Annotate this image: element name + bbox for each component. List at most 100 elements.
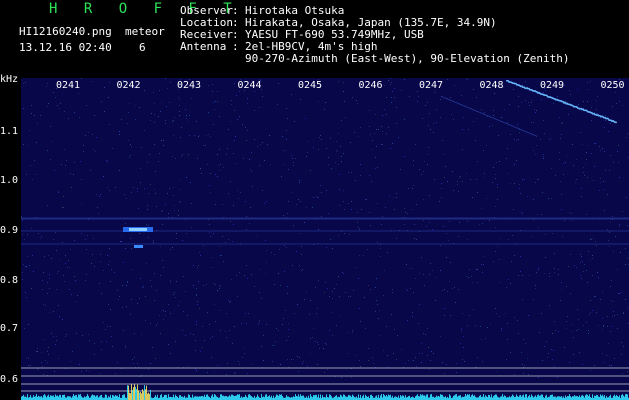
noise-speck xyxy=(198,265,199,266)
noise-speck xyxy=(446,233,447,234)
noise-speck xyxy=(618,145,619,146)
noise-speck xyxy=(596,312,597,313)
noise-speck xyxy=(178,97,179,98)
noise-speck xyxy=(108,264,109,265)
noise-speck xyxy=(425,105,426,106)
noise-speck xyxy=(554,321,555,322)
sweep-trace-faint xyxy=(480,112,482,114)
x-tick-label: 0248 xyxy=(479,80,504,91)
noise-speck xyxy=(105,329,106,330)
noise-band-bin xyxy=(130,393,131,400)
noise-band-bin xyxy=(617,395,618,400)
noise-speck xyxy=(583,172,584,173)
sweep-trace-faint xyxy=(505,123,507,124)
noise-speck xyxy=(394,209,395,210)
noise-speck xyxy=(463,117,464,118)
noise-band-bin xyxy=(142,389,143,400)
noise-speck xyxy=(583,271,584,272)
noise-speck xyxy=(217,365,218,366)
noise-speck xyxy=(210,338,211,339)
noise-speck xyxy=(130,144,131,145)
noise-speck xyxy=(147,209,148,210)
sweep-trace-faint xyxy=(509,124,511,126)
noise-band-bin xyxy=(385,396,386,400)
noise-band-bin xyxy=(512,394,513,400)
noise-speck xyxy=(602,318,603,319)
noise-speck xyxy=(293,165,294,166)
noise-speck xyxy=(573,337,574,338)
noise-band-bin xyxy=(621,395,622,400)
noise-band-bin xyxy=(23,394,24,400)
noise-speck xyxy=(427,102,428,103)
noise-band-bin xyxy=(133,387,134,400)
noise-speck xyxy=(508,279,509,280)
noise-speck xyxy=(173,135,174,136)
noise-speck xyxy=(396,123,397,124)
noise-speck xyxy=(514,164,515,165)
noise-speck xyxy=(589,314,590,315)
noise-band-bin xyxy=(76,394,77,400)
noise-speck xyxy=(74,276,75,277)
noise-speck xyxy=(537,214,538,215)
noise-speck xyxy=(612,106,613,107)
noise-speck xyxy=(462,181,463,182)
noise-speck xyxy=(429,369,430,370)
noise-speck xyxy=(283,318,284,319)
noise-band-bin xyxy=(249,394,250,400)
noise-speck xyxy=(173,195,174,196)
noise-speck xyxy=(404,79,405,80)
noise-speck xyxy=(622,105,623,106)
noise-speck xyxy=(603,325,604,326)
noise-speck xyxy=(481,208,482,209)
sweep-trace-faint xyxy=(497,119,499,121)
noise-speck xyxy=(477,269,478,270)
sweep-trace-faint xyxy=(472,109,474,110)
noise-speck xyxy=(217,101,218,102)
noise-speck xyxy=(616,103,617,104)
noise-speck xyxy=(135,105,136,106)
noise-band-bin xyxy=(56,395,57,400)
noise-speck xyxy=(566,156,567,157)
noise-speck xyxy=(212,84,213,85)
noise-speck xyxy=(88,334,89,335)
noise-speck xyxy=(518,106,519,107)
noise-speck xyxy=(583,325,584,326)
noise-speck xyxy=(70,249,71,250)
noise-speck xyxy=(270,164,271,165)
noise-speck xyxy=(250,169,251,170)
noise-speck xyxy=(242,124,243,125)
noise-speck xyxy=(56,250,57,251)
noise-speck xyxy=(211,267,212,268)
noise-speck xyxy=(179,99,180,100)
spectrogram xyxy=(21,78,629,400)
noise-speck xyxy=(231,279,232,280)
noise-speck xyxy=(416,366,417,367)
noise-band-bin xyxy=(472,394,473,400)
sweep-trace-faint xyxy=(456,102,458,104)
noise-speck xyxy=(235,372,236,373)
noise-speck xyxy=(189,115,190,116)
noise-speck xyxy=(621,354,622,355)
noise-speck xyxy=(462,359,463,360)
noise-speck xyxy=(544,273,545,274)
noise-speck xyxy=(588,251,589,252)
noise-speck xyxy=(561,209,562,210)
noise-band-bin xyxy=(138,390,139,400)
noise-speck xyxy=(65,165,66,166)
noise-speck xyxy=(47,83,48,84)
noise-speck xyxy=(228,239,229,240)
noise-speck xyxy=(419,304,420,305)
noise-speck xyxy=(187,121,188,122)
noise-speck xyxy=(43,374,44,375)
noise-speck xyxy=(170,249,171,250)
noise-speck xyxy=(53,336,54,337)
noise-speck xyxy=(520,271,521,272)
noise-speck xyxy=(326,247,327,248)
noise-speck xyxy=(127,281,128,282)
noise-speck xyxy=(581,278,582,279)
noise-speck xyxy=(181,156,182,157)
noise-speck xyxy=(374,133,375,134)
noise-speck xyxy=(602,329,603,330)
noise-speck xyxy=(533,299,534,300)
noise-band-bin xyxy=(431,394,432,400)
